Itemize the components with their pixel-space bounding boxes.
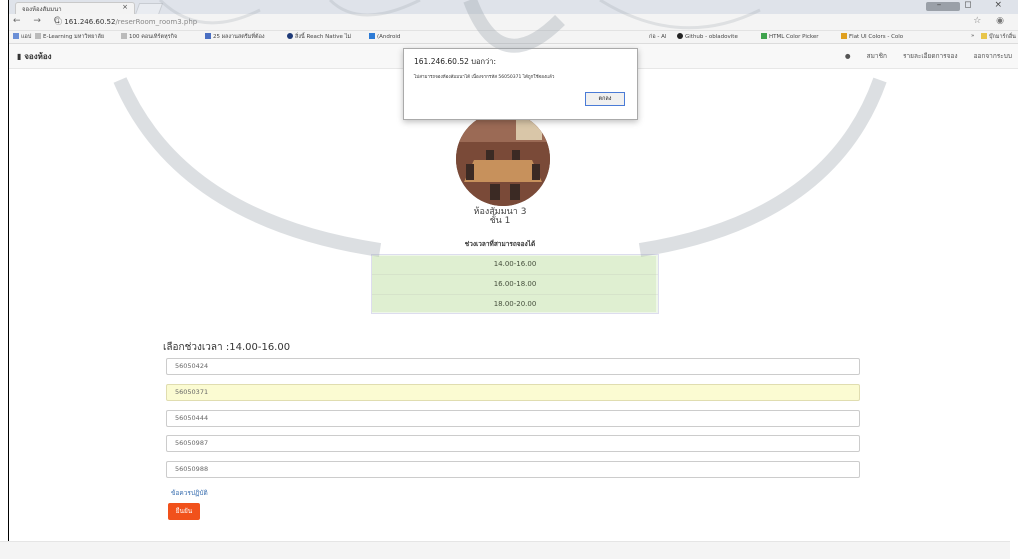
- slot-row[interactable]: 14.00-16.00: [372, 255, 658, 275]
- slots-heading: ช่วงเวลาที่สามารถจองได้: [464, 240, 536, 248]
- url-path: /reserRoom_room3.php: [115, 18, 198, 26]
- student-id-field-1[interactable]: 56050424: [166, 358, 860, 375]
- slot-row[interactable]: 16.00-18.00: [372, 275, 658, 295]
- browser-tab[interactable]: จองห้องสัมมนา ×: [15, 2, 135, 14]
- tab-title: จองห้องสัมมนา: [22, 6, 62, 13]
- bookmark-item[interactable]: 100 คอนเทิร์ตหุรกิจ: [121, 33, 177, 41]
- site-icon: [369, 33, 375, 39]
- window-controls[interactable]: – ◻ ×: [937, 0, 1012, 10]
- site-icon: [287, 33, 293, 39]
- page-icon: [121, 33, 127, 39]
- room-title: ห้องสัมมนา 3 ชั้น 1: [400, 208, 600, 226]
- bookmark-item[interactable]: Flat UI Colors - Colo: [841, 33, 903, 40]
- bookmark-item[interactable]: สิ่งนี้ Reach Native ไม่: [287, 33, 351, 41]
- address-bar: ← → C ⓘ 161.246.60.52/reserRoom_room3.ph…: [9, 14, 1018, 31]
- bookmark-github[interactable]: Github - obladovite: [677, 33, 738, 40]
- bookmarks-bar: แอป E-Learning มหาวิทยาลัย 100 คอนเทิร์ต…: [9, 31, 1018, 44]
- student-id-field-3[interactable]: 56050444: [166, 410, 860, 427]
- folder-icon: [981, 33, 987, 39]
- slots-table: 14.00-16.00 16.00-18.00 18.00-20.00: [371, 254, 659, 314]
- site-icon: [761, 33, 767, 39]
- page-icon: [35, 33, 41, 39]
- room-photo: [456, 112, 550, 206]
- info-icon[interactable]: ⓘ: [55, 18, 62, 26]
- dialog-title: 161.246.60.52 บอกว่า:: [414, 57, 497, 66]
- bookmark-item[interactable]: E-Learning มหาวิทยาลัย: [35, 33, 104, 41]
- page-footer: [0, 541, 1010, 559]
- nav-member[interactable]: ● สมาชิก: [831, 52, 887, 60]
- user-icon: ●: [844, 52, 851, 60]
- browser-titlebar: จองห้องสัมมนา × – ◻ ×: [9, 0, 1018, 15]
- nav-logout[interactable]: ออกจากระบบ: [974, 52, 1012, 60]
- url-field[interactable]: ⓘ 161.246.60.52/reserRoom_room3.php: [55, 17, 197, 27]
- confirm-button[interactable]: ยืนยัน: [168, 503, 200, 520]
- bookmark-item[interactable]: (Android: [369, 33, 400, 40]
- site-icon: [205, 33, 211, 39]
- github-icon: [677, 33, 683, 39]
- tab-close-icon[interactable]: ×: [122, 3, 128, 11]
- selected-slot-label: เลือกช่วงเวลา :14.00-16.00: [163, 342, 291, 353]
- bookmark-apps[interactable]: แอป: [13, 33, 31, 41]
- bookmark-item[interactable]: HTML Color Picker: [761, 33, 819, 40]
- alert-dialog: 161.246.60.52 บอกว่า: ไม่สามารถจองห้องสั…: [403, 48, 638, 120]
- dialog-ok-button[interactable]: ตกลง: [585, 92, 625, 106]
- terms-link[interactable]: ข้อควรปฏิบัติ: [171, 488, 208, 498]
- url-host: 161.246.60.52: [64, 18, 116, 26]
- student-id-field-2[interactable]: 56050371: [166, 384, 860, 401]
- bookmarks-overflow[interactable]: »: [971, 33, 974, 39]
- book-icon: ▮: [17, 52, 22, 61]
- slot-row[interactable]: 18.00-20.00: [372, 295, 658, 314]
- student-id-field-5[interactable]: 56050988: [166, 461, 860, 478]
- address-bar-actions[interactable]: ☆ ◉: [973, 16, 1010, 26]
- room-floor: ชั้น 1: [489, 216, 511, 226]
- nav-booking-details[interactable]: รายละเอียดการจอง: [903, 52, 958, 60]
- nav-links: ● สมาชิก รายละเอียดการจอง ออกจากระบบ: [817, 51, 1012, 61]
- room-photo-illustration: [456, 112, 550, 206]
- brand-label: จองห้อง: [24, 52, 52, 61]
- site-icon: [841, 33, 847, 39]
- bookmark-other[interactable]: บุ๊กมาร์กอื่น: [981, 33, 1016, 41]
- apps-icon: [13, 33, 19, 39]
- student-id-field-4[interactable]: 56050987: [166, 435, 860, 452]
- bookmark-item[interactable]: ก่อ - Al: [649, 33, 666, 41]
- brand[interactable]: ▮ จองห้อง: [17, 50, 52, 63]
- bookmark-item[interactable]: 25 ผลงานสตรีมที่ต้อง: [205, 33, 265, 41]
- dialog-message: ไม่สามารถจองห้องสัมมนาได้ เนื่องจากรหัส …: [414, 75, 555, 80]
